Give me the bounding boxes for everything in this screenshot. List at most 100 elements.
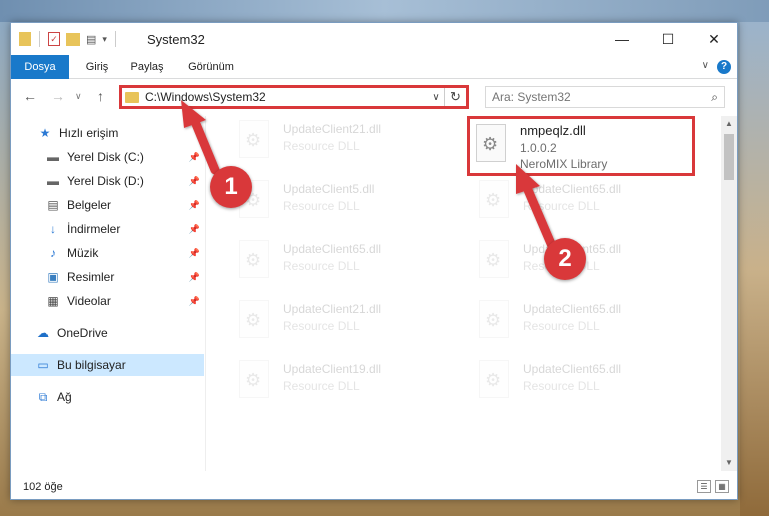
- toolbar-separator: [114, 31, 116, 47]
- tab-share[interactable]: Paylaş: [125, 55, 169, 79]
- step-badge-1: 1: [210, 166, 252, 208]
- properties-icon[interactable]: ✓: [48, 32, 60, 46]
- large-icons-view-icon[interactable]: ▦: [715, 480, 729, 493]
- file-name: nmpeqlz.dll: [520, 123, 586, 138]
- sidebar-item-label: OneDrive: [57, 326, 108, 340]
- ribbon-collapse-icon[interactable]: ∨: [702, 60, 709, 71]
- star-icon: ★: [39, 126, 51, 140]
- documents-icon: ▤: [47, 198, 59, 212]
- list-item[interactable]: ⚙ UpdateClient65.dllResource DLL: [475, 178, 705, 232]
- view-switcher: ☰ ▦: [697, 480, 729, 493]
- list-item[interactable]: ⚙ UpdateClient21.dll Resource DLL: [235, 118, 465, 172]
- sidebar-item-label: Yerel Disk (C:): [67, 150, 144, 164]
- quick-access-toolbar: ✓ ▤ ▾: [19, 31, 118, 47]
- dll-file-icon: ⚙: [475, 358, 515, 408]
- scroll-down-icon[interactable]: ▼: [721, 455, 737, 471]
- desktop-background-right: [740, 22, 769, 516]
- search-box[interactable]: ⌕: [485, 86, 725, 108]
- minimize-button[interactable]: —: [599, 23, 645, 55]
- tab-file[interactable]: Dosya: [11, 55, 69, 79]
- list-item[interactable]: ⚙ UpdateClient5.dll Resource DLL: [235, 178, 465, 232]
- pin-icon[interactable]: 📌: [189, 200, 200, 211]
- up-button[interactable]: ↑: [97, 88, 104, 104]
- forward-button[interactable]: →: [51, 88, 65, 104]
- dll-file-icon: ⚙: [475, 238, 515, 288]
- recent-locations-icon[interactable]: ∨: [75, 91, 82, 102]
- window-controls: — ☐ ✕: [599, 23, 737, 55]
- list-item[interactable]: ⚙ UpdateClient65.dllResource DLL: [475, 298, 705, 352]
- sidebar-item-disk-c[interactable]: ▬ Yerel Disk (C:) 📌: [11, 146, 204, 168]
- pin-icon[interactable]: 📌: [189, 152, 200, 163]
- new-folder-icon[interactable]: [66, 32, 80, 46]
- step-badge-2: 2: [544, 238, 586, 280]
- explorer-window: ✓ ▤ ▾ System32 — ☐ ✕ Dosya Giriş Paylaş …: [10, 22, 738, 500]
- sidebar-item-documents[interactable]: ▤ Belgeler 📌: [11, 194, 204, 216]
- folder-icon: [19, 32, 31, 46]
- scroll-up-icon[interactable]: ▲: [721, 116, 737, 132]
- item-count: 102 öğe: [23, 481, 63, 493]
- tab-home[interactable]: Giriş: [77, 55, 117, 79]
- dll-file-icon: ⚙: [235, 118, 275, 168]
- file-version: 1.0.0.2: [520, 141, 557, 155]
- list-item[interactable]: ⚙ UpdateClient65.dllResource DLL: [475, 238, 705, 292]
- dll-file-icon: ⚙: [475, 298, 515, 348]
- scroll-thumb[interactable]: [724, 134, 734, 180]
- details-view-icon[interactable]: ☰: [697, 480, 711, 493]
- desktop-background-top: [0, 0, 769, 22]
- search-icon[interactable]: ⌕: [711, 90, 718, 105]
- sidebar-item-label: Belgeler: [67, 198, 112, 212]
- pin-icon[interactable]: 📌: [189, 296, 200, 307]
- sidebar-item-label: Videolar: [67, 294, 111, 308]
- videos-icon: ▦: [47, 294, 59, 308]
- list-item[interactable]: ⚙ UpdateClient21.dll Resource DLL: [235, 298, 465, 352]
- vertical-scrollbar[interactable]: ▲ ▼: [721, 116, 737, 471]
- maximize-button[interactable]: ☐: [645, 23, 691, 55]
- help-icon[interactable]: ?: [717, 60, 731, 74]
- drive-icon: ▬: [47, 174, 59, 188]
- sidebar-item-pictures[interactable]: ▣ Resimler 📌: [11, 266, 204, 288]
- sidebar-item-this-pc[interactable]: ▭ Bu bilgisayar: [11, 354, 204, 376]
- drive-icon: ▬: [47, 150, 59, 164]
- refresh-button[interactable]: ↻: [444, 88, 466, 106]
- list-item[interactable]: ⚙ UpdateClient19.dll Resource DLL: [235, 358, 465, 412]
- sidebar-item-label: Yerel Disk (D:): [67, 174, 144, 188]
- close-button[interactable]: ✕: [691, 23, 737, 55]
- ribbon-tabs: Dosya Giriş Paylaş Görünüm ∨ ?: [11, 55, 737, 79]
- sidebar-item-disk-d[interactable]: ▬ Yerel Disk (D:) 📌: [11, 170, 204, 192]
- sidebar-item-network[interactable]: ⧉ Ağ: [11, 386, 204, 408]
- list-item[interactable]: ⚙ UpdateClient65.dllResource DLL: [235, 238, 465, 292]
- window-title: System32: [147, 32, 205, 47]
- navigation-bar: ← → ∨ ↑ C:\Windows\System32 ∨ ↻ ⌕: [11, 80, 737, 114]
- pin-icon[interactable]: 📌: [189, 224, 200, 235]
- sidebar-item-videos[interactable]: ▦ Videolar 📌: [11, 290, 204, 312]
- chevron-down-icon[interactable]: ∨: [428, 92, 444, 103]
- title-bar: ✓ ▤ ▾ System32 — ☐ ✕: [11, 23, 737, 55]
- file-description: NeroMIX Library: [520, 157, 608, 171]
- pin-icon[interactable]: 📌: [189, 272, 200, 283]
- status-bar: 102 öğe ☰ ▦: [11, 475, 737, 499]
- downloads-icon: ↓: [50, 222, 56, 236]
- pin-icon[interactable]: 📌: [189, 248, 200, 259]
- pictures-icon: ▣: [47, 270, 59, 284]
- search-input[interactable]: [492, 90, 712, 104]
- sidebar-item-downloads[interactable]: ↓ İndirmeler 📌: [11, 218, 204, 240]
- sidebar-item-music[interactable]: ♪ Müzik 📌: [11, 242, 204, 264]
- address-bar[interactable]: C:\Windows\System32 ∨ ↻: [119, 85, 469, 109]
- computer-icon: ▭: [37, 358, 49, 372]
- dll-file-icon: ⚙: [235, 358, 275, 408]
- sidebar-item-quick-access[interactable]: ★ Hızlı erişim: [11, 122, 204, 144]
- customize-dropdown-icon[interactable]: ▾: [102, 34, 107, 45]
- sidebar-item-label: Müzik: [67, 246, 99, 260]
- sidebar-item-onedrive[interactable]: ☁ OneDrive: [11, 322, 204, 344]
- toolbar-separator: [39, 31, 40, 47]
- tab-view[interactable]: Görünüm: [181, 55, 241, 79]
- pin-icon[interactable]: 📌: [189, 176, 200, 187]
- view-options-icon[interactable]: ▤: [86, 33, 96, 46]
- back-button[interactable]: ←: [23, 88, 37, 104]
- list-item[interactable]: ⚙ UpdateClient65.dllResource DLL: [475, 358, 705, 412]
- highlighted-file-nmpeqlz[interactable]: ⚙ nmpeqlz.dll 1.0.0.2 NeroMIX Library: [467, 116, 695, 176]
- address-path[interactable]: C:\Windows\System32: [145, 90, 428, 104]
- dll-file-icon: ⚙: [235, 238, 275, 288]
- dll-file-icon: ⚙: [475, 178, 515, 228]
- sidebar-item-label: İndirmeler: [67, 222, 121, 236]
